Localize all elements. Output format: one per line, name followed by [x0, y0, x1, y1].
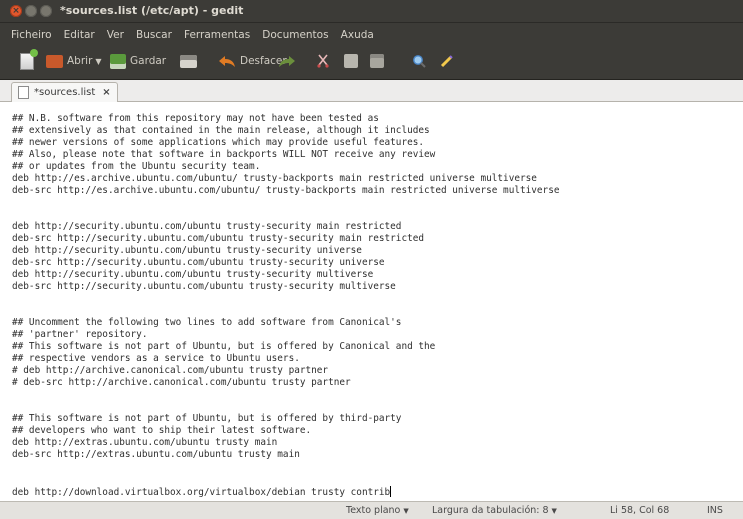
undo-button[interactable]: Desfacer	[218, 51, 287, 71]
print-button[interactable]	[180, 51, 201, 71]
menu-ver[interactable]: Ver	[107, 26, 124, 41]
copy-button[interactable]	[344, 51, 362, 71]
editor-line: ## Also, please note that software in ba…	[12, 149, 436, 160]
maximize-window-button[interactable]	[40, 5, 52, 17]
tab-width-selector[interactable]: Largura da tabulación: 8 ▼	[432, 505, 557, 516]
editor-line: ## 'partner' repository.	[12, 329, 148, 340]
menu-ferramentas[interactable]: Ferramentas	[184, 26, 250, 41]
minimize-window-button[interactable]	[25, 5, 37, 17]
syntax-mode-selector[interactable]: Texto plano ▼	[346, 505, 409, 516]
editor-line: ## This software is not part of Ubuntu, …	[12, 413, 402, 424]
editor-line: deb http://security.ubuntu.com/ubuntu tr…	[12, 245, 362, 256]
new-document-button[interactable]	[20, 48, 38, 71]
paste-button[interactable]	[370, 51, 388, 71]
search-button[interactable]	[412, 51, 430, 71]
editor-line: # deb http://archive.canonical.com/ubunt…	[12, 365, 329, 376]
menu-bar: Ficheiro Editar Ver Buscar Ferramentas D…	[0, 23, 743, 43]
close-icon: ×	[12, 6, 20, 16]
search-replace-icon	[440, 55, 453, 68]
tab-label: *sources.list	[34, 87, 96, 98]
text-cursor	[390, 486, 392, 497]
menu-axuda[interactable]: Axuda	[341, 26, 374, 41]
editor-line: deb http://es.archive.ubuntu.com/ubuntu/…	[12, 173, 537, 184]
text-editor[interactable]: ## N.B. software from this repository ma…	[0, 102, 743, 501]
text-document-icon	[18, 86, 29, 99]
title-bar[interactable]: × *sources.list (/etc/apt) - gedit	[0, 0, 743, 23]
editor-line: ## N.B. software from this repository ma…	[12, 113, 379, 124]
editor-line: deb http://extras.ubuntu.com/ubuntu trus…	[12, 437, 278, 448]
copy-icon	[344, 54, 358, 68]
save-button-label: Gardar	[130, 55, 167, 67]
window-title: *sources.list (/etc/apt) - gedit	[60, 4, 244, 17]
redo-button[interactable]	[278, 51, 300, 71]
editor-line: # deb-src http://archive.canonical.com/u…	[12, 377, 351, 388]
cut-button[interactable]	[316, 51, 334, 71]
redo-arrow-icon	[279, 56, 295, 67]
toolbar: Abrir ▼ Gardar Desfacer	[0, 43, 743, 80]
paste-icon	[370, 54, 384, 68]
search-replace-button[interactable]	[440, 51, 458, 71]
close-window-button[interactable]: ×	[10, 5, 22, 17]
menu-documentos[interactable]: Documentos	[262, 26, 328, 41]
folder-open-icon	[46, 54, 63, 68]
editor-line: deb-src http://security.ubuntu.com/ubunt…	[12, 233, 425, 244]
editor-line: deb http://security.ubuntu.com/ubuntu tr…	[12, 269, 374, 280]
editor-line: deb-src http://es.archive.ubuntu.com/ubu…	[12, 185, 560, 196]
editor-line-text: deb http://download.virtualbox.org/virtu…	[12, 487, 391, 498]
undo-arrow-icon	[219, 56, 235, 67]
editor-line: ## This software is not part of Ubuntu, …	[12, 341, 436, 352]
editor-line: deb http://security.ubuntu.com/ubuntu tr…	[12, 221, 402, 232]
editor-line: deb-src http://extras.ubuntu.com/ubuntu …	[12, 449, 300, 460]
menu-editar[interactable]: Editar	[64, 26, 95, 41]
document-tab-bar: *sources.list ×	[0, 80, 743, 102]
open-dropdown-arrow-icon[interactable]: ▼	[95, 57, 101, 66]
gedit-window: × *sources.list (/etc/apt) - gedit Fiche…	[0, 0, 743, 519]
new-document-icon	[20, 48, 38, 70]
editor-line: deb-src http://security.ubuntu.com/ubunt…	[12, 257, 385, 268]
menu-buscar[interactable]: Buscar	[136, 26, 172, 41]
editor-line: deb-src http://security.ubuntu.com/ubunt…	[12, 281, 396, 292]
editor-line: ## Uncomment the following two lines to …	[12, 317, 402, 328]
syntax-mode-label: Texto plano	[346, 505, 401, 516]
cursor-position: Li 58, Col 68	[610, 505, 670, 516]
editor-line-current: deb http://download.virtualbox.org/virtu…	[12, 486, 392, 499]
save-button[interactable]: Gardar	[110, 51, 166, 71]
close-tab-icon[interactable]: ×	[102, 87, 110, 98]
chevron-down-icon: ▼	[551, 507, 557, 515]
save-icon	[110, 53, 126, 69]
editor-line: ## developers who want to ship their lat…	[12, 425, 312, 436]
editor-line: ## respective vendors as a service to Ub…	[12, 353, 300, 364]
editor-line: ## or updates from the Ubuntu security t…	[12, 161, 261, 172]
status-bar: Texto plano ▼ Largura da tabulación: 8 ▼ L…	[0, 501, 743, 519]
editor-line: ## newer versions of some applications w…	[12, 137, 425, 148]
open-button-label: Abrir	[67, 55, 93, 67]
scissors-icon	[317, 54, 329, 68]
print-icon	[180, 54, 197, 68]
menu-ficheiro[interactable]: Ficheiro	[11, 26, 52, 41]
editor-line: ## extensively as that contained in the …	[12, 125, 430, 136]
open-button[interactable]: Abrir ▼	[46, 51, 105, 71]
search-icon	[413, 55, 426, 68]
insert-mode-indicator: INS	[707, 505, 723, 516]
tab-width-label: Largura da tabulación: 8	[432, 505, 549, 516]
tab-sources-list[interactable]: *sources.list ×	[11, 82, 118, 102]
chevron-down-icon: ▼	[403, 507, 409, 515]
